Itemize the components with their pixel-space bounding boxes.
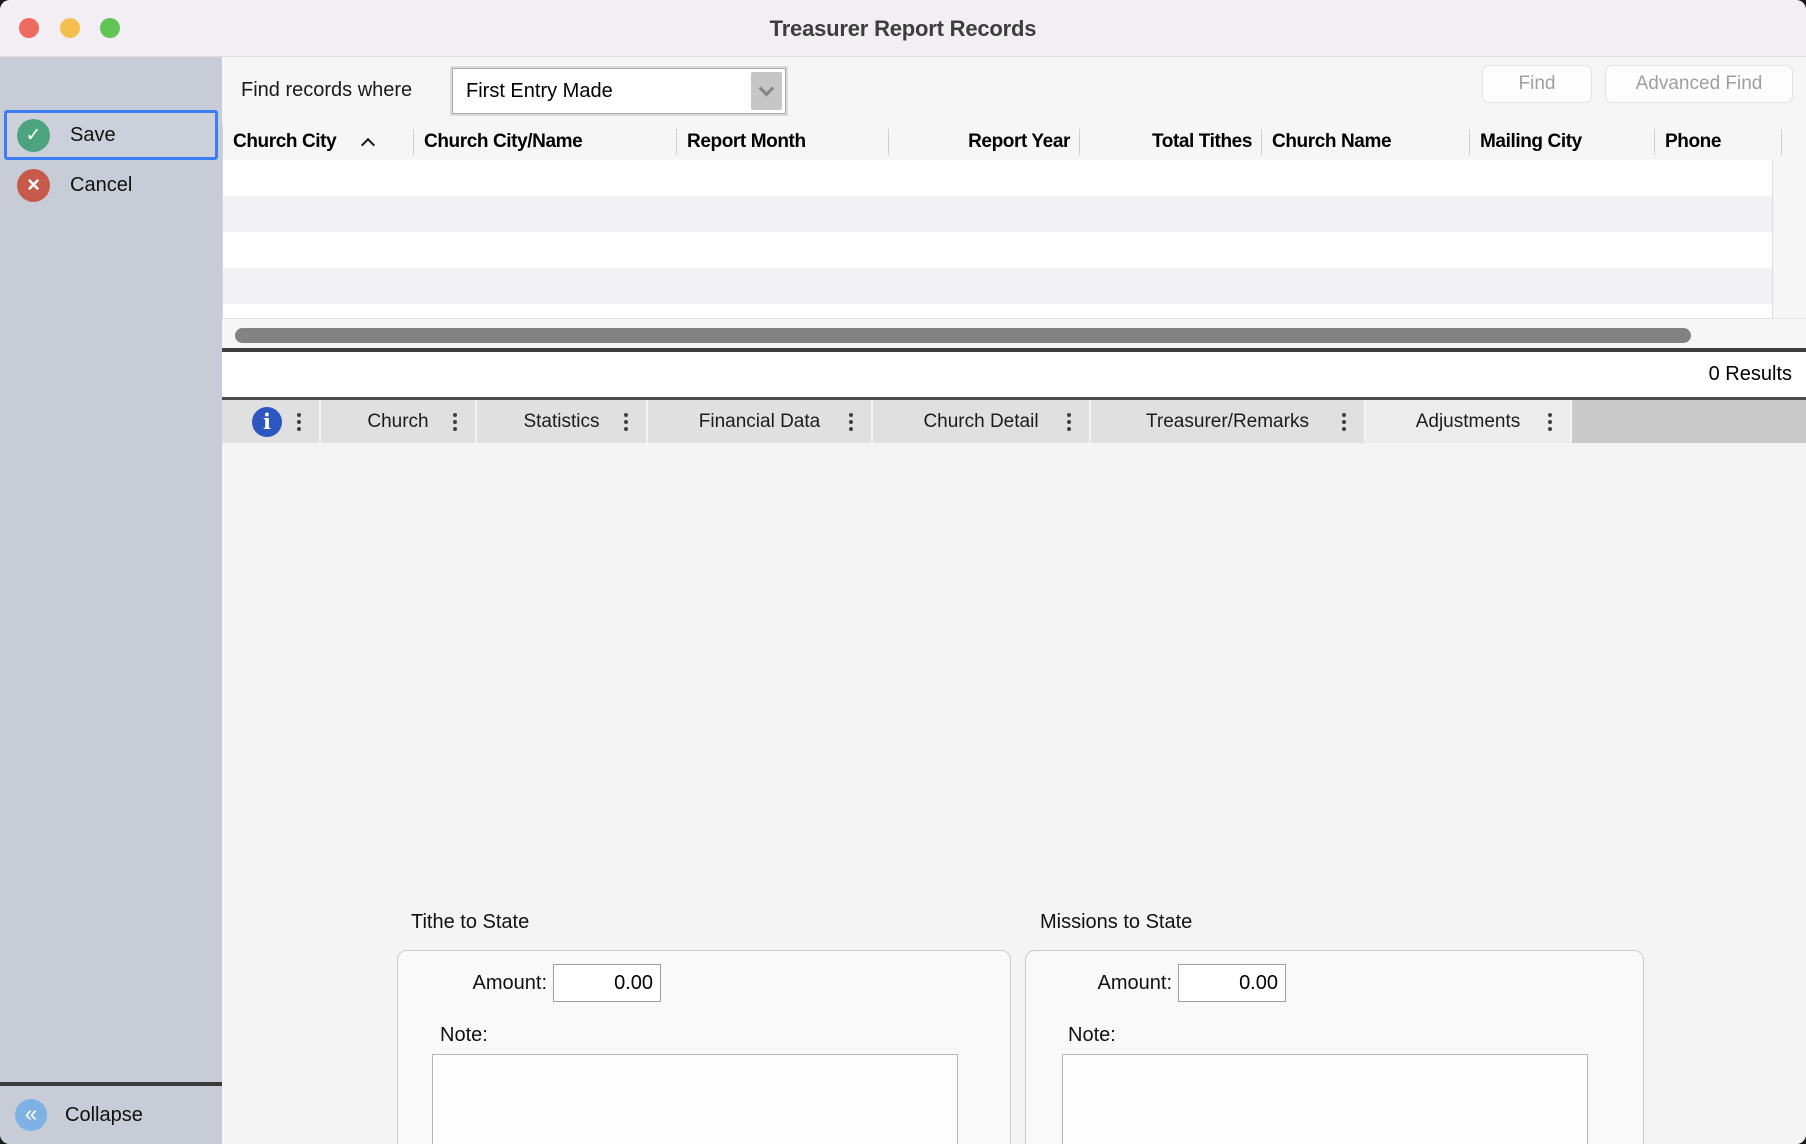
- tab-grip-icon: [1342, 420, 1346, 424]
- tab-church[interactable]: Church: [321, 400, 477, 443]
- missions-to-state-title: Missions to State: [1040, 911, 1192, 934]
- missions-note-label: Note:: [1068, 1024, 1116, 1047]
- tithe-note-label: Note:: [440, 1024, 488, 1047]
- tab-grip-icon: [1548, 420, 1552, 424]
- column-header-church-name[interactable]: Church Name: [1262, 123, 1470, 160]
- window-title: Treasurer Report Records: [0, 0, 1806, 57]
- collapse-button-label: Collapse: [65, 1104, 143, 1127]
- record-tab-bar: i Church Statistics Financial Data Churc…: [222, 397, 1806, 443]
- column-header-filler: [1782, 123, 1806, 160]
- table-header-row: Church City Church City/Name Report Mont…: [222, 123, 1806, 160]
- cancel-x-icon: ×: [17, 169, 50, 202]
- find-field-dropdown-value: First Entry Made: [453, 80, 751, 103]
- save-button[interactable]: ✓ Save: [4, 110, 218, 160]
- column-header-mailing-city[interactable]: Mailing City: [1470, 123, 1655, 160]
- collapse-chevrons-icon: «: [15, 1099, 47, 1131]
- title-bar: Treasurer Report Records: [0, 0, 1806, 57]
- tab-church-detail[interactable]: Church Detail: [873, 400, 1091, 443]
- cancel-button[interactable]: × Cancel: [4, 160, 218, 210]
- missions-note-textarea[interactable]: [1062, 1054, 1588, 1144]
- save-check-icon: ✓: [17, 119, 50, 152]
- advanced-find-button[interactable]: Advanced Find: [1605, 65, 1793, 103]
- find-records-label: Find records where: [241, 57, 412, 123]
- tab-grip-icon: [1067, 420, 1071, 424]
- collapse-sidebar-button[interactable]: « Collapse: [0, 1086, 222, 1144]
- column-header-total-tithes[interactable]: Total Tithes: [1080, 123, 1262, 160]
- cancel-button-label: Cancel: [70, 174, 132, 197]
- sort-ascending-icon: [361, 137, 375, 151]
- info-icon: i: [252, 407, 282, 437]
- find-button[interactable]: Find: [1482, 65, 1592, 103]
- sidebar: DO ✓ Save × Cancel « Collapse: [0, 57, 222, 1144]
- find-field-dropdown[interactable]: First Entry Made: [452, 68, 786, 114]
- tab-grip-icon: [624, 420, 628, 424]
- tab-adjustments[interactable]: Adjustments: [1366, 400, 1572, 443]
- save-button-label: Save: [70, 124, 116, 147]
- tab-grip-icon: [297, 420, 301, 424]
- column-header-report-year[interactable]: Report Year: [889, 123, 1080, 160]
- adjustments-panel: Tithe to State Amount: Note: Missions to…: [222, 443, 1806, 1144]
- results-bar: 0 Results: [222, 352, 1806, 397]
- find-bar: Find records where First Entry Made Find…: [222, 57, 1806, 123]
- missions-amount-label: Amount:: [1072, 964, 1172, 1002]
- column-header-phone[interactable]: Phone: [1655, 123, 1782, 160]
- tab-bar-filler: [1572, 400, 1806, 443]
- column-header-church-city-name[interactable]: Church City/Name: [414, 123, 677, 160]
- tab-treasurer-remarks[interactable]: Treasurer/Remarks: [1091, 400, 1366, 443]
- horizontal-scrollbar-thumb[interactable]: [235, 328, 1691, 343]
- tithe-amount-label: Amount:: [447, 964, 547, 1002]
- dropdown-arrow-button[interactable]: [751, 72, 782, 110]
- results-count: 0 Results: [1709, 352, 1792, 397]
- column-header-report-month[interactable]: Report Month: [677, 123, 889, 160]
- tithe-to-state-title: Tithe to State: [411, 911, 529, 934]
- missions-amount-input[interactable]: [1178, 964, 1286, 1002]
- main-area: Find records where First Entry Made Find…: [222, 57, 1806, 1144]
- tab-financial-data[interactable]: Financial Data: [648, 400, 873, 443]
- column-header-church-city[interactable]: Church City: [223, 123, 414, 160]
- tab-grip-icon: [453, 420, 457, 424]
- tithe-amount-input[interactable]: [553, 964, 661, 1002]
- tithe-note-textarea[interactable]: [432, 1054, 958, 1144]
- chevron-down-icon: [759, 80, 775, 96]
- horizontal-scrollbar-track[interactable]: [222, 318, 1806, 348]
- table-body-empty: [222, 160, 1806, 318]
- app-window: Treasurer Report Records DO ✓ Save × Can…: [0, 0, 1806, 1144]
- tab-statistics[interactable]: Statistics: [477, 400, 648, 443]
- tab-grip-icon: [849, 420, 853, 424]
- tab-info[interactable]: i: [222, 400, 321, 443]
